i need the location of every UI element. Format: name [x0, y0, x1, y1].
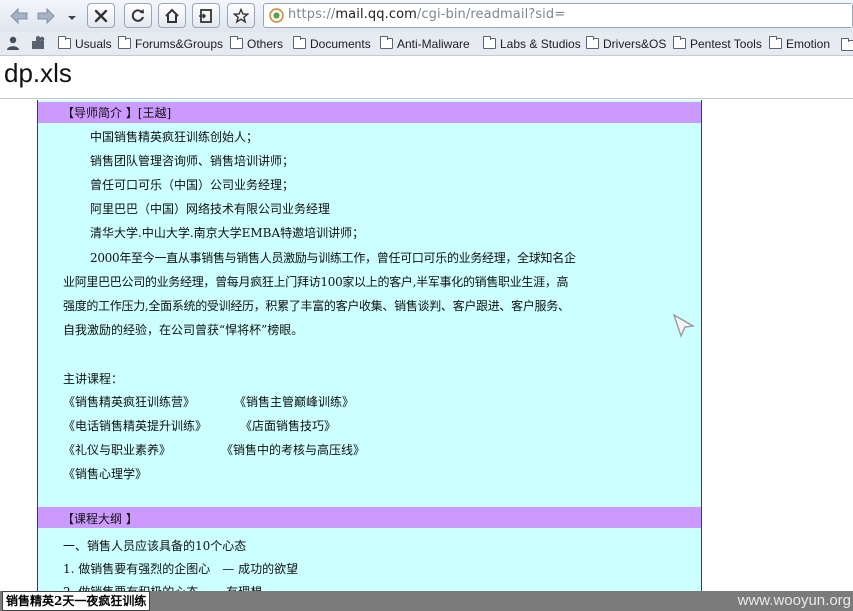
bookmark-label: Documents [310, 36, 371, 51]
sheet-tab[interactable]: 销售精英2天一夜疯狂训练 [2, 591, 151, 611]
address-url[interactable]: https://mail.qq.com/cgi-bin/readmail?sid… [288, 7, 565, 22]
folder-icon [118, 36, 131, 49]
back-button[interactable] [8, 4, 30, 28]
outline-line: 1. 做销售要有强烈的企图心 — 成功的欲望 [63, 562, 299, 576]
bookmark-label: Forums&Groups [135, 36, 224, 51]
bookmark-folder-pentest-tools[interactable]: Pentest Tools [673, 35, 762, 52]
bio-line: 强度的工作压力,全面系统的受训经历，积累了丰富的客户收集、销售谈判、客户跟进、客… [63, 299, 570, 313]
user-icon[interactable] [5, 35, 21, 55]
intro-line: 曾任可口可乐（中国）公司业务经理； [90, 178, 295, 192]
intro-line: 清华大学.中山大学.南京大学EMBA特邀培训讲师； [90, 226, 365, 240]
bio-line: 2000年至今一直从事销售与销售人员激励与训练工作，曾任可口可乐的业务经理，全球… [90, 251, 576, 265]
course-title: 《销售主管巅峰训练》 [234, 395, 355, 409]
spreadsheet-content: 【导师简介 】[王越] 中国销售精英疯狂训练创始人； 销售团队管理咨询师、销售培… [37, 100, 702, 591]
bookmark-folder-documents[interactable]: Documents [293, 35, 371, 52]
page-icon [199, 8, 212, 23]
forward-button[interactable] [35, 4, 57, 28]
bookmark-folder-labs-studios[interactable]: Labs & Studios [483, 35, 581, 52]
bio-line: 自我激励的经验，在公司曾获“悍将杯”榜眼。 [63, 323, 304, 337]
address-bar[interactable]: https://mail.qq.com/cgi-bin/readmail?sid… [263, 3, 853, 28]
folder-icon [380, 36, 393, 49]
section-header-instructor: 【导师简介 】[王越] [62, 106, 172, 120]
close-icon [94, 9, 108, 22]
url-path: /cgi-bin/readmail?sid= [416, 7, 566, 22]
course-title: 《销售中的考核与高压线》 [221, 443, 366, 457]
bookmark-folder-usuals[interactable]: Usuals [58, 35, 112, 52]
url-host: mail.qq.com [335, 7, 417, 22]
bookmark-label: Pentest Tools [690, 36, 762, 51]
intro-line: 阿里巴巴（中国）网络技术有限公司业务经理 [90, 202, 331, 216]
course-title: 《销售心理学》 [63, 467, 148, 481]
bookmark-label: Usuals [75, 36, 112, 51]
course-title: 《销售精英疯狂训练营》 [63, 395, 196, 409]
courses-label: 主讲课程： [63, 372, 124, 386]
bookmarks-bar: Usuals Forums&Groups Others Documents An… [0, 32, 853, 56]
bookmark-label: Others [247, 36, 284, 51]
folder-icon [230, 36, 243, 49]
bookmark-label: Emotion [786, 36, 831, 51]
section-header-outline: 【课程大纲 】 [62, 512, 138, 526]
folder-icon [673, 36, 686, 49]
outline-line: 2. 做销售要有积极的心态 — 有理想 [63, 583, 262, 591]
url-scheme: https:// [288, 7, 336, 22]
site-favicon-icon [269, 8, 284, 27]
watermark: www.wooyun.org [737, 592, 851, 609]
bookmark-label: Anti-Maliware [397, 36, 470, 51]
stop-button[interactable] [87, 3, 115, 28]
course-title: 《礼仪与职业素养》 [63, 443, 172, 457]
intro-line: 销售团队管理咨询师、销售培训讲师； [90, 154, 295, 168]
bookmark-folder-others[interactable]: Others [230, 35, 283, 52]
bookmark-star-button[interactable] [227, 3, 255, 28]
folder-icon [58, 36, 71, 49]
title-divider [0, 98, 853, 99]
mouse-cursor-icon [672, 313, 696, 338]
star-icon [233, 7, 249, 23]
bookmark-folder-forums-groups[interactable]: Forums&Groups [118, 35, 223, 52]
back-arrow-icon [10, 8, 28, 24]
home-button[interactable] [158, 3, 186, 28]
reload-button[interactable] [124, 3, 152, 28]
folder-icon [483, 36, 496, 49]
bio-line: 业阿里巴巴公司的业务经理，曾每月疯狂上门拜访100家以上的客户,半军事化的销售职… [63, 275, 569, 289]
page-menu-button[interactable] [192, 3, 220, 28]
bookmark-label: Labs & Studios [500, 36, 581, 51]
bookmark-folder-emotion[interactable]: Emotion [769, 35, 830, 52]
bookmark-label: Drivers&OS [603, 36, 667, 51]
course-title: 《电话销售精英提升训练》 [63, 419, 208, 433]
intro-line: 中国销售精英疯狂训练创始人； [90, 130, 259, 144]
bookmark-folder-drivers-os[interactable]: Drivers&OS [586, 35, 666, 52]
history-dropdown-button[interactable] [65, 10, 79, 26]
forward-arrow-icon [37, 8, 55, 24]
outline-line: 一、销售人员应该具备的10个心态 [63, 539, 247, 553]
chevron-down-icon [68, 16, 76, 20]
home-icon [165, 8, 179, 23]
puzzle-icon[interactable] [29, 35, 47, 55]
address-fade [612, 4, 852, 27]
bookmark-folder-anti-maliware[interactable]: Anti-Maliware [380, 35, 470, 52]
folder-icon [293, 36, 306, 49]
page-title: dp.xls [4, 58, 72, 88]
browser-toolbar: https://mail.qq.com/cgi-bin/readmail?sid… [0, 0, 853, 33]
folder-icon [769, 36, 782, 49]
reload-icon [131, 8, 144, 22]
course-title: 《店面销售技巧》 [240, 419, 337, 433]
folder-icon [586, 36, 599, 49]
folder-icon[interactable] [841, 38, 853, 51]
